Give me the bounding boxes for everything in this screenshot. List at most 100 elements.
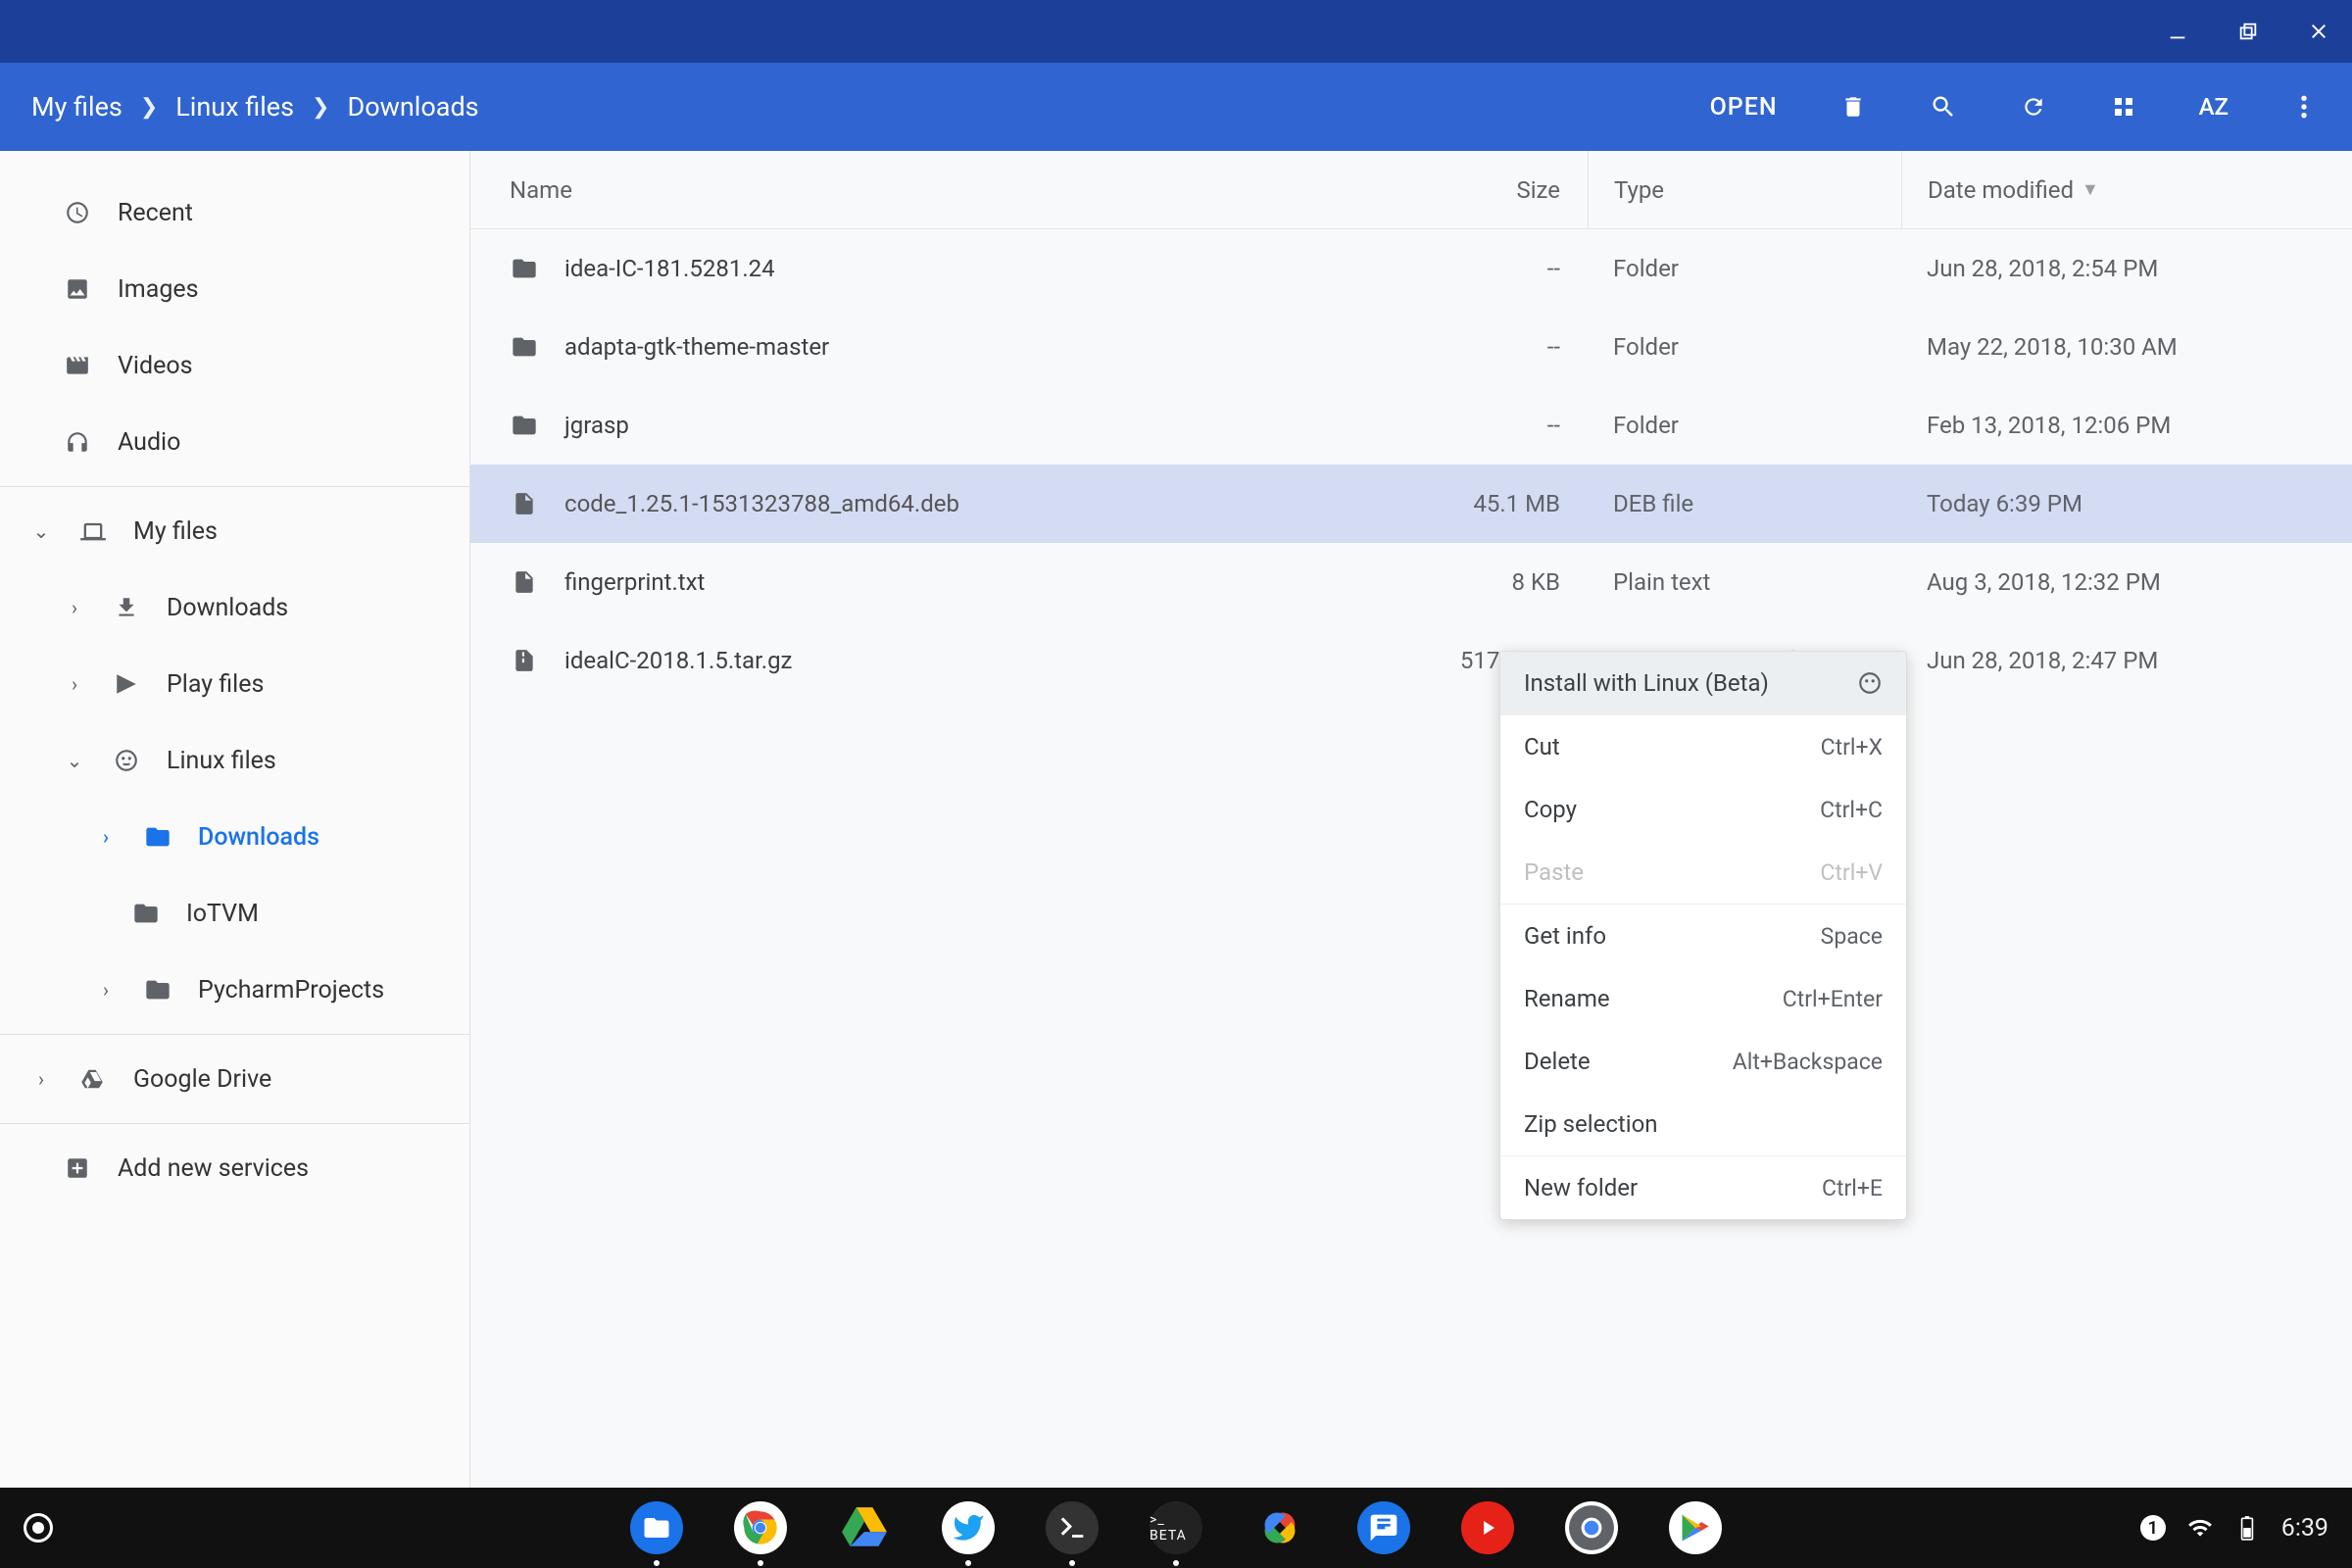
menu-item-cut[interactable]: Cut Ctrl+X [1500, 715, 1906, 778]
menu-item-shortcut: Ctrl+C [1820, 797, 1883, 823]
taskbar-app-drive[interactable] [838, 1501, 891, 1554]
menu-item-copy[interactable]: Copy Ctrl+C [1500, 778, 1906, 841]
menu-item-shortcut: Alt+Backspace [1733, 1049, 1883, 1075]
notification-badge[interactable]: 1 [2140, 1515, 2166, 1541]
file-row[interactable]: idea-IC-181.5281.24--FolderJun 28, 2018,… [470, 229, 2352, 308]
taskbar-app-files[interactable] [630, 1501, 683, 1554]
sidebar-item-label: My files [133, 517, 218, 546]
sidebar-item-label: Play files [167, 670, 264, 699]
folder-icon [510, 254, 539, 283]
chevron-down-icon[interactable]: ⌄ [63, 749, 86, 772]
window-minimize-button[interactable] [2164, 18, 2191, 45]
menu-item-label: Copy [1524, 796, 1577, 823]
chevron-right-icon[interactable]: › [29, 1067, 53, 1091]
taskbar-app-chrome[interactable] [734, 1501, 787, 1554]
chevron-right-icon: ❯ [312, 95, 329, 120]
file-row[interactable]: idealC-2018.1.5.tar.gz517.7 MBGzip compr… [470, 621, 2352, 700]
column-header-name[interactable]: Name [510, 176, 1352, 204]
sidebar-item-audio[interactable]: Audio [0, 404, 469, 480]
sidebar-item-myfiles[interactable]: ⌄ My files [0, 493, 469, 569]
sidebar-item-images[interactable]: Images [0, 251, 469, 327]
sidebar-item-pycharm[interactable]: › PycharmProjects [0, 952, 469, 1028]
window-maximize-button[interactable] [2234, 18, 2262, 45]
taskbar-app-playstore[interactable] [1669, 1501, 1722, 1554]
search-icon[interactable] [1929, 92, 1958, 122]
taskbar-app-terminal[interactable] [1046, 1501, 1099, 1554]
taskbar-apps: >_ BETA [630, 1501, 1722, 1554]
open-button[interactable]: OPEN [1710, 93, 1778, 122]
system-tray[interactable]: 1 6:39 [2140, 1514, 2328, 1543]
window-titlebar [0, 0, 2352, 63]
context-menu: Install with Linux (Beta) Cut Ctrl+X Cop… [1499, 651, 1907, 1220]
file-row[interactable]: adapta-gtk-theme-master--FolderMay 22, 2… [470, 308, 2352, 386]
taskbar: >_ BETA 1 6:39 [0, 1488, 2352, 1568]
file-date: Jun 28, 2018, 2:47 PM [1901, 647, 2332, 674]
taskbar-app-youtube[interactable] [1461, 1501, 1514, 1554]
menu-item-label: Zip selection [1524, 1110, 1658, 1138]
file-row[interactable]: code_1.25.1-1531323788_amd64.deb45.1 MBD… [470, 465, 2352, 543]
breadcrumb-item-myfiles[interactable]: My files [31, 91, 122, 122]
sidebar-item-recent[interactable]: Recent [0, 174, 469, 251]
column-header-date[interactable]: Date modified▼ [1901, 151, 2332, 228]
linux-icon [112, 746, 141, 775]
sidebar-item-addnew[interactable]: Add new services [0, 1130, 469, 1206]
column-header-size[interactable]: Size [1352, 176, 1588, 204]
launcher-button[interactable] [24, 1513, 53, 1543]
sidebar-item-linuxfiles[interactable]: ⌄ Linux files [0, 722, 469, 799]
file-date: Today 6:39 PM [1901, 490, 2332, 517]
sidebar-item-iotvm[interactable]: IoTVM [0, 875, 469, 952]
file-name: code_1.25.1-1531323788_amd64.deb [564, 490, 959, 517]
wifi-icon[interactable] [2187, 1515, 2213, 1541]
sidebar-item-linux-downloads[interactable]: › Downloads [0, 799, 469, 875]
file-type: Folder [1588, 412, 1901, 439]
menu-item-rename[interactable]: Rename Ctrl+Enter [1500, 967, 1906, 1030]
file-date: Aug 3, 2018, 12:32 PM [1901, 568, 2332, 596]
sidebar-item-downloads[interactable]: › Downloads [0, 569, 469, 646]
sort-button[interactable]: AZ [2199, 92, 2229, 122]
clock[interactable]: 6:39 [2281, 1514, 2328, 1543]
chevron-right-icon[interactable]: › [94, 825, 118, 849]
more-options-icon[interactable] [2289, 92, 2319, 122]
archive-icon [510, 646, 539, 675]
breadcrumb-item-downloads[interactable]: Downloads [347, 91, 478, 122]
sidebar-item-googledrive[interactable]: › Google Drive [0, 1041, 469, 1117]
sidebar-item-playfiles[interactable]: › Play files [0, 646, 469, 722]
taskbar-app-photos[interactable] [1253, 1501, 1306, 1554]
download-icon [112, 593, 141, 622]
breadcrumb-item-linuxfiles[interactable]: Linux files [175, 91, 294, 122]
menu-item-getinfo[interactable]: Get info Space [1500, 905, 1906, 967]
chevron-right-icon: ❯ [140, 95, 158, 120]
sidebar: Recent Images Videos Audio ⌄ My files › … [0, 151, 470, 1488]
battery-icon[interactable] [2234, 1515, 2260, 1541]
chevron-right-icon[interactable]: › [94, 978, 118, 1002]
sidebar-item-videos[interactable]: Videos [0, 327, 469, 404]
window-close-button[interactable] [2305, 18, 2332, 45]
view-grid-icon[interactable] [2109, 92, 2138, 122]
taskbar-app-chromium[interactable] [1565, 1501, 1618, 1554]
taskbar-app-messages[interactable] [1357, 1501, 1410, 1554]
file-row[interactable]: jgrasp--FolderFeb 13, 2018, 12:06 PM [470, 386, 2352, 465]
menu-item-zip[interactable]: Zip selection [1500, 1093, 1906, 1155]
menu-item-newfolder[interactable]: New folder Ctrl+E [1500, 1156, 1906, 1219]
sidebar-item-label: Audio [118, 428, 180, 457]
file-row[interactable]: fingerprint.txt8 KBPlain textAug 3, 2018… [470, 543, 2352, 621]
delete-icon[interactable] [1838, 92, 1868, 122]
file-date: May 22, 2018, 10:30 AM [1901, 333, 2332, 361]
chevron-down-icon[interactable]: ⌄ [29, 519, 53, 543]
menu-item-label: Install with Linux (Beta) [1524, 669, 1769, 697]
file-type: Folder [1588, 255, 1901, 282]
column-header-type[interactable]: Type [1588, 151, 1901, 228]
chevron-right-icon[interactable]: › [63, 596, 86, 619]
file-name: idealC-2018.1.5.tar.gz [564, 647, 792, 674]
taskbar-app-twitter[interactable] [942, 1501, 995, 1554]
menu-item-delete[interactable]: Delete Alt+Backspace [1500, 1030, 1906, 1093]
sidebar-item-label: IoTVM [186, 900, 259, 928]
refresh-icon[interactable] [2019, 92, 2048, 122]
folder-icon [510, 411, 539, 440]
chevron-right-icon[interactable]: › [63, 672, 86, 696]
taskbar-app-terminal-beta[interactable]: >_ BETA [1150, 1501, 1202, 1554]
file-name: fingerprint.txt [564, 568, 705, 596]
file-type: Folder [1588, 333, 1901, 361]
menu-item-install-linux[interactable]: Install with Linux (Beta) [1500, 652, 1906, 714]
sidebar-item-label: Google Drive [133, 1065, 271, 1094]
